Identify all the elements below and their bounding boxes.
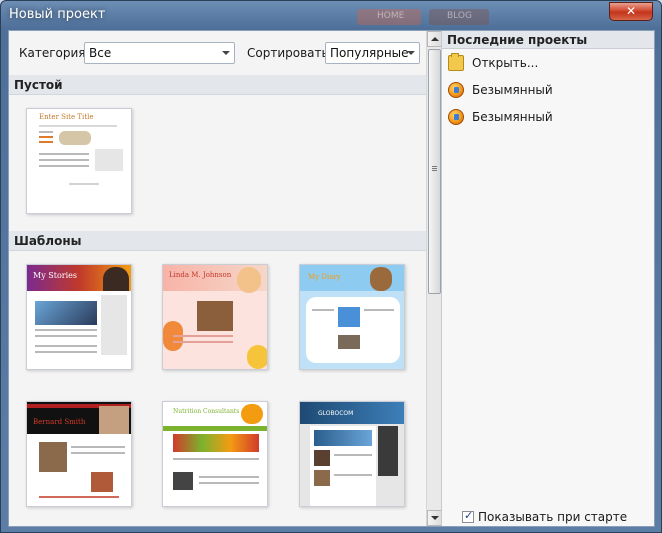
section-templates: Шаблоны xyxy=(9,231,426,251)
template-thumbnail-my-stories[interactable]: My Stories xyxy=(26,264,132,370)
scrollbar-thumb[interactable] xyxy=(428,49,441,294)
recent-projects-header: Последние проекты xyxy=(442,31,654,49)
close-button[interactable]: ✕ xyxy=(609,2,653,21)
background-tab-blog-label: BLOG xyxy=(447,11,472,21)
arrow-up-icon xyxy=(431,37,439,41)
thumb-image xyxy=(59,131,91,145)
section-empty: Пустой xyxy=(9,75,426,95)
thumb-title: My Stories xyxy=(33,271,77,280)
recent-projects-panel: Последние проекты Открыть... Безымянный … xyxy=(441,31,654,526)
sort-value: Популярные xyxy=(330,46,409,60)
checkmark-icon: ✓ xyxy=(464,509,474,522)
window-title: Новый проект xyxy=(9,7,106,22)
background-tab-home-label: HOME xyxy=(377,11,405,21)
template-list-scrollbar[interactable] xyxy=(426,31,442,526)
category-select[interactable]: Все xyxy=(84,42,235,64)
recent-item-label: Безымянный xyxy=(472,110,553,124)
template-thumbnail-nutrition[interactable]: Nutrition Consultants xyxy=(162,401,268,507)
thumb-title: GLOBOCOM xyxy=(318,410,354,417)
thumb-title: Enter Site Title xyxy=(39,113,94,121)
thumb-title: My Diary xyxy=(308,273,341,281)
close-icon: ✕ xyxy=(625,4,637,18)
arrow-down-icon xyxy=(431,516,439,520)
show-on-startup-checkbox[interactable]: ✓ xyxy=(462,509,474,523)
category-label: Категория: xyxy=(19,46,90,60)
sort-select[interactable]: Популярные xyxy=(325,42,420,64)
category-value: Все xyxy=(89,46,112,60)
filter-bar: Категория: Все Сортировать: Популярные xyxy=(9,31,426,73)
scroll-up-button[interactable] xyxy=(427,31,442,47)
template-panel: Категория: Все Сортировать: Популярные П… xyxy=(9,31,442,526)
chevron-down-icon xyxy=(222,51,230,55)
template-thumbnail-my-diary[interactable]: My Diary xyxy=(299,264,405,370)
project-icon xyxy=(448,109,464,125)
template-thumbnail-bernard[interactable]: Bernard Smith xyxy=(26,401,132,507)
title-bar[interactable]: HOME BLOG Новый проект ✕ xyxy=(1,1,661,30)
chevron-down-icon xyxy=(407,51,415,55)
dialog-body: Категория: Все Сортировать: Популярные П… xyxy=(8,30,655,527)
template-thumbnail-globocom[interactable]: GLOBOCOM xyxy=(299,401,405,507)
sort-label: Сортировать: xyxy=(247,46,333,60)
open-folder-icon xyxy=(448,53,464,71)
recent-item-label: Открыть... xyxy=(472,56,539,70)
thumb-title: Bernard Smith xyxy=(33,418,86,426)
new-project-dialog: HOME BLOG Новый проект ✕ Категория: Все … xyxy=(0,0,662,533)
show-on-startup-label: Показывать при старте xyxy=(478,510,628,524)
scroll-down-button[interactable] xyxy=(427,510,442,526)
empty-template-thumbnail[interactable]: Enter Site Title xyxy=(26,108,132,214)
template-thumbnail-linda[interactable]: Linda M. Johnson xyxy=(162,264,268,370)
recent-item-label: Безымянный xyxy=(472,83,553,97)
project-icon xyxy=(448,82,464,98)
thumb-title: Nutrition Consultants xyxy=(173,408,240,415)
thumb-title: Linda M. Johnson xyxy=(169,271,232,279)
